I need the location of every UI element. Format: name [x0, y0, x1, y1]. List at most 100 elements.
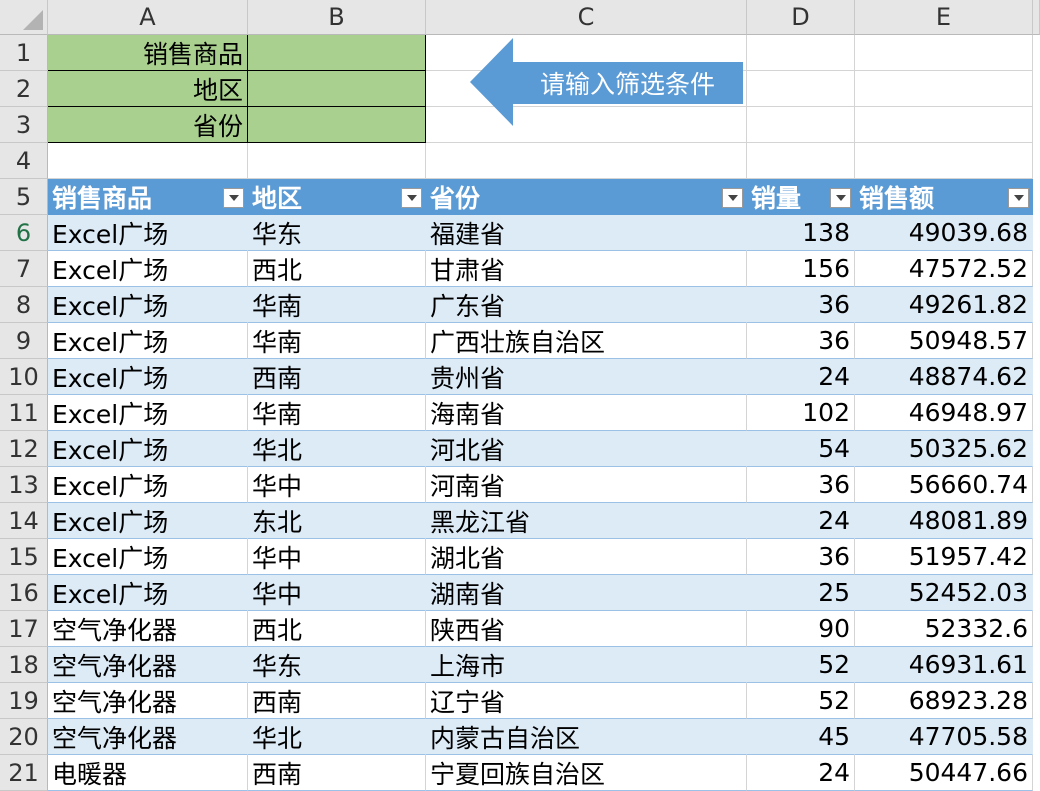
empty-cell[interactable] — [747, 143, 855, 179]
table-cell[interactable]: 138 — [747, 215, 855, 251]
table-cell[interactable]: Excel广场 — [48, 215, 248, 251]
empty-cell[interactable] — [855, 107, 1033, 143]
table-cell[interactable]: 广东省 — [426, 287, 747, 323]
table-cell[interactable]: 空气净化器 — [48, 683, 248, 719]
empty-cell[interactable] — [48, 143, 248, 179]
table-cell[interactable]: 50325.62 — [855, 431, 1033, 467]
table-cell[interactable]: 广西壮族自治区 — [426, 323, 747, 359]
table-cell[interactable]: 湖南省 — [426, 575, 747, 611]
table-cell[interactable]: Excel广场 — [48, 323, 248, 359]
table-cell[interactable]: 空气净化器 — [48, 647, 248, 683]
row-header[interactable]: 1 — [0, 35, 48, 71]
empty-cell[interactable] — [747, 71, 855, 107]
table-cell[interactable]: 华东 — [248, 647, 426, 683]
table-cell[interactable]: 56660.74 — [855, 467, 1033, 503]
table-cell[interactable]: 华中 — [248, 539, 426, 575]
table-cell[interactable]: 华北 — [248, 719, 426, 755]
table-cell[interactable]: 华南 — [248, 395, 426, 431]
row-header[interactable]: 19 — [0, 683, 48, 719]
column-header-d[interactable]: D — [747, 0, 855, 35]
table-cell[interactable]: 甘肃省 — [426, 251, 747, 287]
table-cell[interactable]: 36 — [747, 539, 855, 575]
criteria-value-input[interactable] — [248, 35, 426, 71]
row-header[interactable]: 6 — [0, 215, 48, 251]
table-cell[interactable]: Excel广场 — [48, 431, 248, 467]
row-header[interactable]: 15 — [0, 539, 48, 575]
table-cell[interactable]: 47705.58 — [855, 719, 1033, 755]
column-header-c[interactable]: C — [426, 0, 747, 35]
table-cell[interactable]: 华南 — [248, 323, 426, 359]
table-cell[interactable]: Excel广场 — [48, 467, 248, 503]
table-cell[interactable]: 华东 — [248, 215, 426, 251]
criteria-value-input[interactable] — [248, 107, 426, 143]
table-cell[interactable]: 上海市 — [426, 647, 747, 683]
row-header[interactable]: 14 — [0, 503, 48, 539]
row-header[interactable]: 8 — [0, 287, 48, 323]
table-cell[interactable]: 50948.57 — [855, 323, 1033, 359]
table-cell[interactable]: 52 — [747, 647, 855, 683]
table-cell[interactable]: 空气净化器 — [48, 611, 248, 647]
table-cell[interactable]: 47572.52 — [855, 251, 1033, 287]
column-header-a[interactable]: A — [48, 0, 248, 35]
table-cell[interactable]: 西北 — [248, 251, 426, 287]
table-cell[interactable]: Excel广场 — [48, 287, 248, 323]
table-cell[interactable]: 52 — [747, 683, 855, 719]
row-header[interactable]: 11 — [0, 395, 48, 431]
table-cell[interactable]: 华南 — [248, 287, 426, 323]
empty-cell[interactable] — [426, 143, 747, 179]
table-cell[interactable]: 49261.82 — [855, 287, 1033, 323]
criteria-label[interactable]: 省份 — [48, 107, 248, 143]
column-header-overflow[interactable] — [1033, 0, 1040, 35]
table-cell[interactable]: 46948.97 — [855, 395, 1033, 431]
table-header-cell[interactable]: 销售商品 — [48, 179, 248, 215]
table-cell[interactable]: 华北 — [248, 431, 426, 467]
empty-cell[interactable] — [747, 107, 855, 143]
table-cell[interactable]: 36 — [747, 287, 855, 323]
table-cell[interactable]: Excel广场 — [48, 251, 248, 287]
table-cell[interactable]: 贵州省 — [426, 359, 747, 395]
table-cell[interactable]: 内蒙古自治区 — [426, 719, 747, 755]
filter-dropdown-icon[interactable] — [1008, 188, 1029, 208]
table-cell[interactable]: 102 — [747, 395, 855, 431]
table-cell[interactable]: 海南省 — [426, 395, 747, 431]
table-cell[interactable]: Excel广场 — [48, 575, 248, 611]
empty-cell[interactable] — [747, 35, 855, 71]
row-header[interactable]: 5 — [0, 179, 48, 215]
row-header[interactable]: 17 — [0, 611, 48, 647]
table-cell[interactable]: 黑龙江省 — [426, 503, 747, 539]
empty-cell[interactable] — [855, 143, 1033, 179]
table-cell[interactable]: 河北省 — [426, 431, 747, 467]
table-cell[interactable]: 华中 — [248, 467, 426, 503]
table-header-cell[interactable]: 省份 — [426, 179, 747, 215]
row-header[interactable]: 12 — [0, 431, 48, 467]
table-cell[interactable]: Excel广场 — [48, 539, 248, 575]
table-cell[interactable]: 25 — [747, 575, 855, 611]
table-cell[interactable]: 36 — [747, 323, 855, 359]
criteria-label[interactable]: 销售商品 — [48, 35, 248, 71]
table-cell[interactable]: 24 — [747, 359, 855, 395]
table-cell[interactable]: Excel广场 — [48, 359, 248, 395]
row-header[interactable]: 13 — [0, 467, 48, 503]
criteria-value-input[interactable] — [248, 71, 426, 107]
select-all-corner[interactable] — [0, 0, 48, 35]
table-cell[interactable]: 西南 — [248, 359, 426, 395]
table-cell[interactable]: 空气净化器 — [48, 719, 248, 755]
table-cell[interactable]: 45 — [747, 719, 855, 755]
table-cell[interactable]: 36 — [747, 467, 855, 503]
table-cell[interactable]: 52332.6 — [855, 611, 1033, 647]
row-header[interactable]: 10 — [0, 359, 48, 395]
table-cell[interactable]: 湖北省 — [426, 539, 747, 575]
table-header-cell[interactable]: 销售额 — [855, 179, 1033, 215]
table-cell[interactable]: 河南省 — [426, 467, 747, 503]
callout-text[interactable]: 请输入筛选条件 — [513, 62, 742, 104]
row-header[interactable]: 9 — [0, 323, 48, 359]
table-cell[interactable]: Excel广场 — [48, 503, 248, 539]
table-cell[interactable]: 西北 — [248, 611, 426, 647]
table-cell[interactable]: 46931.61 — [855, 647, 1033, 683]
table-cell[interactable]: 68923.28 — [855, 683, 1033, 719]
row-header[interactable]: 16 — [0, 575, 48, 611]
table-cell[interactable]: 福建省 — [426, 215, 747, 251]
filter-dropdown-icon[interactable] — [401, 188, 422, 208]
table-header-cell[interactable]: 销量 — [747, 179, 855, 215]
column-header-e[interactable]: E — [855, 0, 1033, 35]
